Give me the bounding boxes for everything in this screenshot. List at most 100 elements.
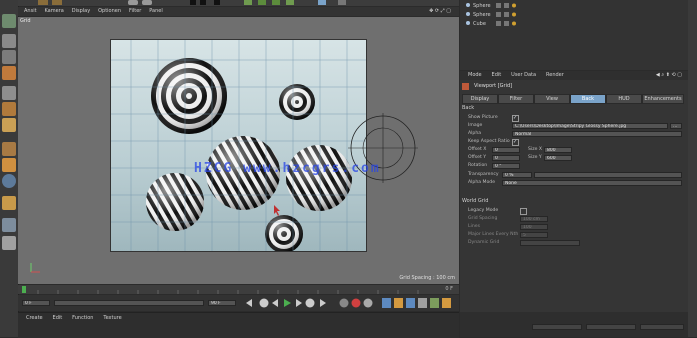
param-key-icon (418, 298, 427, 308)
sphere-rings-large (151, 58, 227, 134)
menu-render[interactable]: Render (546, 71, 564, 80)
sphere-stripes-left (146, 173, 204, 231)
polygon-tool-icon[interactable] (2, 66, 16, 80)
coord-field-1[interactable] (532, 324, 582, 330)
object-row[interactable]: Cube (466, 20, 486, 28)
texture-tool-icon[interactable] (2, 142, 16, 156)
sphere-rings-bottom (265, 215, 303, 251)
axis-tool-icon[interactable] (2, 158, 16, 172)
end-frame-field[interactable]: 90 F (208, 300, 236, 306)
attribute-object-title: Viewport [Grid] (474, 83, 513, 89)
workplane-tool-icon[interactable] (2, 218, 16, 232)
menu-user-data[interactable]: User Data (511, 71, 536, 80)
watermark: HZCG www.hzcgrs.com (194, 161, 381, 176)
menu-filter[interactable]: Filter (129, 7, 141, 16)
tab-filter[interactable]: Filter (498, 94, 534, 104)
object-row[interactable]: Sphere (466, 11, 491, 19)
menu-create[interactable]: Create (26, 313, 43, 323)
menu-edit[interactable]: Edit (53, 313, 63, 323)
mouse-cursor-icon (274, 205, 280, 216)
rotation-label: Rotation (468, 163, 488, 168)
image-label: Image (468, 123, 483, 128)
object-manager: Sphere Sphere Cube (460, 0, 688, 70)
start-frame-field[interactable]: 0 F (22, 300, 50, 306)
menu-texture[interactable]: Texture (103, 313, 121, 323)
transport-controls[interactable] (244, 297, 454, 309)
coord-field-3[interactable] (640, 324, 684, 330)
menu-ansit[interactable]: Ansit (24, 7, 37, 16)
timeline-ticks (22, 286, 419, 294)
alpha-label: Alpha (468, 131, 482, 136)
menu-panel[interactable]: Panel (149, 7, 163, 16)
top-toolbar-icons (38, 0, 346, 5)
tab-display[interactable]: Display (462, 94, 498, 104)
alpha-mode-dropdown[interactable]: None (502, 180, 682, 186)
menu-mode[interactable]: Mode (468, 71, 482, 80)
cube-tool-icon[interactable] (2, 34, 16, 48)
grid-spacing-label: Grid Spacing (468, 216, 498, 221)
menu-display[interactable]: Display (72, 7, 90, 16)
attr-nav-icons[interactable]: ◀ ⌕ ⬆ ⟲ ▢ (656, 71, 682, 80)
attribute-header: Viewport [Grid] (460, 82, 688, 92)
visibility-toggles[interactable] (494, 2, 524, 28)
legacy-mode-label: Legacy Mode (468, 208, 499, 213)
dynamic-grid-dropdown[interactable] (520, 240, 580, 246)
show-picture-checkbox[interactable]: ✓ (512, 115, 519, 122)
image-path-field[interactable]: C:\Users\Desktop\Image\Stripy Glossy Sph… (512, 123, 668, 129)
move-tool-icon[interactable] (2, 14, 16, 28)
lines-label: Lines (468, 224, 480, 229)
viewport-nav-icons[interactable]: ✥ ⟳ ⤢ ▢ (429, 7, 451, 16)
major-lines-label: Major Lines Every Nth (468, 232, 519, 237)
grid-tool-icon[interactable] (2, 236, 16, 250)
rotation-field[interactable]: 0 ° (492, 163, 520, 169)
autokey-icon (351, 298, 361, 308)
coordinate-manager (460, 312, 688, 337)
right-edge-tabs[interactable] (688, 0, 697, 337)
edge-tool-icon[interactable] (2, 102, 16, 116)
menu-function[interactable]: Function (72, 313, 93, 323)
tab-view[interactable]: View (534, 94, 570, 104)
scale-key-icon (394, 298, 403, 308)
frame-slider[interactable] (54, 300, 204, 306)
keep-aspect-checkbox[interactable]: ✓ (512, 139, 519, 146)
attribute-manager: Mode Edit User Data Render ◀ ⌕ ⬆ ⟲ ▢ Vie… (460, 71, 688, 337)
transparency-field[interactable]: 0 % (502, 172, 532, 178)
size-x-field[interactable]: 800 (544, 147, 572, 153)
menu-kamera[interactable]: Kamera (44, 7, 63, 16)
goto-end-icon (320, 299, 326, 307)
transparency-slider[interactable] (534, 172, 682, 178)
object-row[interactable]: Sphere (466, 2, 491, 10)
tab-hud[interactable]: HUD (606, 94, 642, 104)
attribute-tabs: Display Filter View Back HUD Enhancement… (460, 94, 688, 104)
menu-optionen[interactable]: Optionen (98, 7, 121, 16)
object-tool-icon[interactable] (2, 86, 16, 100)
lock-tool-icon[interactable] (2, 196, 16, 210)
alpha-dropdown[interactable]: Normal (512, 131, 682, 137)
menu-edit-attr[interactable]: Edit (492, 71, 502, 80)
viewport[interactable]: Grid HZCG www.hzcgrs.com Grid Spacing: … (18, 17, 459, 284)
grid-spacing-field[interactable]: 100 cm (520, 216, 548, 222)
object-name: Sphere (473, 3, 491, 9)
lines-field[interactable]: 100 (520, 224, 548, 230)
timeline-ruler[interactable]: 0 F (18, 285, 459, 294)
offset-x-field[interactable]: 0 (492, 147, 520, 153)
snap-tool-icon[interactable] (2, 174, 16, 188)
legacy-mode-checkbox[interactable] (520, 208, 527, 215)
coord-field-2[interactable] (586, 324, 636, 330)
section-world-grid-title: World Grid (462, 198, 489, 204)
cube-icon (466, 21, 470, 25)
point-tool-icon[interactable] (2, 118, 16, 132)
size-y-field[interactable]: 600 (544, 155, 572, 161)
offset-y-field[interactable]: 0 (492, 155, 520, 161)
material-manager: Create Edit Function Texture (18, 312, 459, 338)
tab-back[interactable]: Back (570, 94, 606, 104)
tab-enhancements[interactable]: Enhancements (642, 94, 684, 104)
pla-key-icon (430, 298, 439, 308)
major-lines-field[interactable]: 5 (520, 232, 548, 238)
keyframe-sel-icon (363, 298, 373, 308)
sphere-stripes-right (286, 145, 352, 211)
grid-spacing-readout: Grid Spacing : 100 cm (399, 275, 455, 281)
prev-key-icon (259, 298, 269, 308)
checker-tool-icon[interactable] (2, 50, 16, 64)
image-browse-button[interactable]: … (670, 123, 682, 129)
